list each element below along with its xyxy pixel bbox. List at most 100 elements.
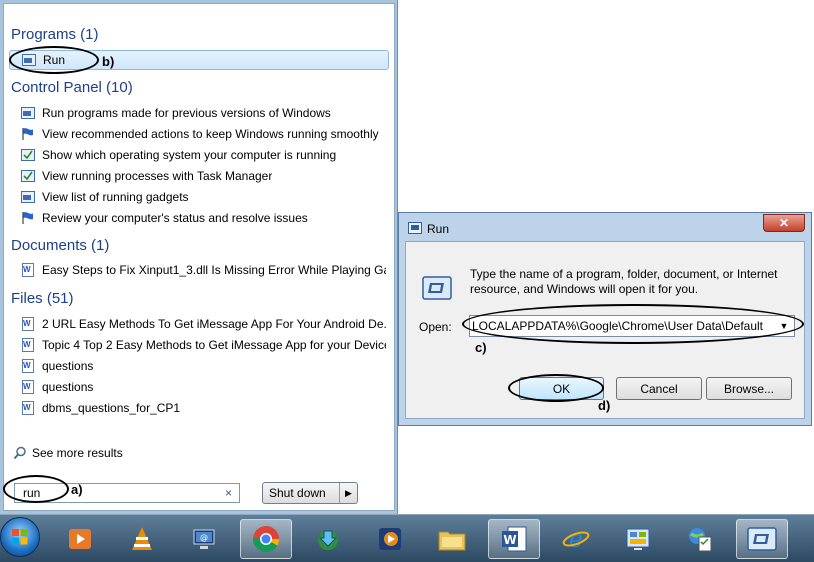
word-doc-icon bbox=[20, 400, 36, 416]
ok-button[interactable]: OK bbox=[519, 377, 604, 400]
control-panel-item-label: Run programs made for previous versions … bbox=[42, 106, 331, 120]
taskbar-vlc-button[interactable] bbox=[116, 519, 168, 559]
svg-text:W: W bbox=[503, 533, 516, 547]
chrome-icon bbox=[252, 526, 280, 553]
internet-explorer-icon: e bbox=[562, 525, 590, 553]
file-item[interactable]: 2 URL Easy Methods To Get iMessage App F… bbox=[20, 314, 386, 334]
taskbar-media-app-button[interactable] bbox=[364, 519, 416, 559]
window-icon bbox=[20, 189, 36, 205]
run-dialog-body: Type the name of a program, folder, docu… bbox=[405, 241, 805, 419]
flag-icon bbox=[20, 210, 36, 226]
control-panel-item[interactable]: Run programs made for previous versions … bbox=[20, 103, 386, 123]
annotation-label-a: a) bbox=[71, 482, 83, 497]
network-computer-icon: @ bbox=[193, 529, 215, 549]
file-item-label: dbms_questions_for_CP1 bbox=[42, 401, 181, 415]
svg-text:e: e bbox=[569, 525, 583, 553]
file-item[interactable]: questions bbox=[20, 356, 386, 376]
run-description: Type the name of a program, folder, docu… bbox=[470, 267, 778, 296]
clear-search-icon[interactable]: × bbox=[225, 486, 232, 500]
close-button[interactable]: ✕ bbox=[763, 214, 805, 232]
open-input[interactable] bbox=[472, 319, 768, 333]
window-icon bbox=[20, 105, 36, 121]
media-player-icon bbox=[69, 529, 91, 549]
control-panel-item[interactable]: View recommended actions to keep Windows… bbox=[20, 124, 386, 144]
taskbar-network-computer-button[interactable]: @ bbox=[178, 519, 230, 559]
explorer-folder-icon bbox=[438, 531, 466, 551]
taskbar: @ W e bbox=[0, 514, 814, 562]
taskbar-internet-explorer-button[interactable]: e bbox=[550, 519, 602, 559]
shutdown-button[interactable]: Shut down ▶ bbox=[262, 482, 358, 504]
control-panel-icon bbox=[626, 528, 650, 550]
start-button[interactable] bbox=[0, 517, 40, 557]
run-dialog: Run ✕ Type the name of a program, folder… bbox=[398, 212, 812, 426]
search-icon bbox=[13, 446, 26, 460]
media-app-icon bbox=[379, 528, 401, 550]
browse-button[interactable]: Browse... bbox=[706, 377, 792, 400]
file-item[interactable]: dbms_questions_for_CP1 bbox=[20, 398, 386, 418]
run-title-icon bbox=[408, 222, 422, 237]
taskbar-media-player-button[interactable] bbox=[54, 519, 106, 559]
control-panel-item-label: View running processes with Task Manager bbox=[42, 169, 273, 183]
file-item-label: 2 URL Easy Methods To Get iMessage App F… bbox=[42, 317, 386, 331]
taskbar-word-button[interactable]: W bbox=[488, 519, 540, 559]
control-panel-item-label: Show which operating system your compute… bbox=[42, 148, 337, 162]
taskbar-explorer-button[interactable] bbox=[426, 519, 478, 559]
download-manager-icon bbox=[318, 530, 338, 550]
file-item-label: Topic 4 Top 2 Easy Methods to Get iMessa… bbox=[42, 338, 386, 352]
windows-logo-icon bbox=[12, 529, 28, 545]
taskbar-download-manager-button[interactable] bbox=[302, 519, 354, 559]
search-box[interactable]: × bbox=[14, 483, 240, 503]
document-item[interactable]: Easy Steps to Fix Xinput1_3.dll Is Missi… bbox=[20, 260, 386, 280]
file-item[interactable]: Topic 4 Top 2 Easy Methods to Get iMessa… bbox=[20, 335, 386, 355]
file-item[interactable]: questions bbox=[20, 377, 386, 397]
run-icon bbox=[747, 527, 777, 551]
see-more-label: See more results bbox=[32, 446, 123, 460]
vlc-icon bbox=[132, 527, 152, 550]
run-program-icon bbox=[422, 276, 452, 300]
shutdown-options-arrow-icon[interactable]: ▶ bbox=[339, 483, 357, 503]
group-documents-heading[interactable]: Documents (1) bbox=[11, 237, 109, 254]
control-panel-item-label: Review your computer's status and resolv… bbox=[42, 211, 308, 225]
result-label: Run bbox=[43, 53, 66, 67]
annotation-label-b: b) bbox=[102, 54, 115, 69]
file-item-label: questions bbox=[42, 380, 94, 394]
globe-checklist-icon bbox=[689, 528, 712, 552]
word-doc-icon bbox=[20, 316, 36, 332]
dropdown-arrow-icon[interactable]: ▼ bbox=[776, 318, 792, 334]
start-menu: Programs (1) Run Control Panel (10) Run … bbox=[0, 0, 398, 514]
window-check-icon bbox=[20, 147, 36, 163]
group-programs-heading[interactable]: Programs (1) bbox=[11, 26, 99, 43]
file-item-label: questions bbox=[42, 359, 94, 373]
control-panel-item[interactable]: Review your computer's status and resolv… bbox=[20, 208, 386, 228]
open-label: Open: bbox=[419, 320, 452, 334]
svg-text:@: @ bbox=[200, 533, 208, 542]
taskbar-globe-checklist-button[interactable] bbox=[674, 519, 726, 559]
run-dialog-title: Run bbox=[427, 222, 450, 236]
group-control-panel-heading[interactable]: Control Panel (10) bbox=[11, 79, 133, 96]
group-files-heading[interactable]: Files (51) bbox=[11, 290, 74, 307]
taskbar-run-button[interactable] bbox=[736, 519, 788, 559]
close-icon: ✕ bbox=[778, 216, 790, 230]
control-panel-item[interactable]: View running processes with Task Manager bbox=[20, 166, 386, 186]
run-icon bbox=[21, 52, 37, 68]
open-combobox[interactable]: ▼ bbox=[469, 315, 795, 337]
word-doc-icon bbox=[20, 358, 36, 374]
annotation-label-c: c) bbox=[475, 340, 487, 355]
taskbar-control-panel-button[interactable] bbox=[612, 519, 664, 559]
control-panel-item[interactable]: View list of running gadgets bbox=[20, 187, 386, 207]
window-check-icon bbox=[20, 168, 36, 184]
flag-icon bbox=[20, 126, 36, 142]
result-run[interactable]: Run bbox=[9, 50, 389, 70]
start-menu-results: Programs (1) Run Control Panel (10) Run … bbox=[3, 3, 395, 511]
search-input[interactable] bbox=[23, 486, 213, 500]
control-panel-item[interactable]: Show which operating system your compute… bbox=[20, 145, 386, 165]
word-doc-icon bbox=[20, 379, 36, 395]
control-panel-item-label: View list of running gadgets bbox=[42, 190, 189, 204]
word-icon: W bbox=[502, 526, 527, 552]
word-doc-icon bbox=[20, 337, 36, 353]
shutdown-label: Shut down bbox=[269, 486, 326, 500]
cancel-button[interactable]: Cancel bbox=[616, 377, 702, 400]
document-item-label: Easy Steps to Fix Xinput1_3.dll Is Missi… bbox=[42, 263, 386, 277]
taskbar-chrome-button[interactable] bbox=[240, 519, 292, 559]
see-more-results-link[interactable]: See more results bbox=[13, 446, 123, 460]
